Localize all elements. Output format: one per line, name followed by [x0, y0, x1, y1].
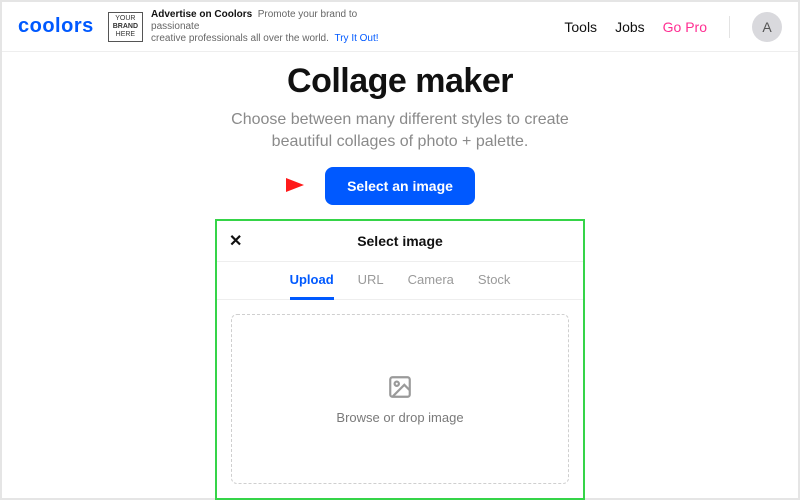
- nav: Tools Jobs Go Pro A: [564, 12, 782, 42]
- ad-badge: YOUR BRAND HERE: [108, 12, 143, 42]
- modal-header: ✕ Select image: [217, 221, 583, 262]
- hero: Collage maker Choose between many differ…: [2, 52, 798, 205]
- upload-dropzone[interactable]: Browse or drop image: [231, 314, 569, 484]
- select-image-modal: ✕ Select image Upload URL Camera Stock B…: [215, 219, 585, 500]
- nav-go-pro[interactable]: Go Pro: [663, 19, 707, 35]
- close-icon[interactable]: ✕: [229, 231, 242, 251]
- subtitle-line: Choose between many different styles to …: [231, 111, 569, 128]
- cta-row: Select an image: [2, 167, 798, 205]
- ad-cta-link[interactable]: Try It Out!: [334, 33, 378, 44]
- avatar[interactable]: A: [752, 12, 782, 42]
- page-subtitle: Choose between many different styles to …: [2, 109, 798, 153]
- ad-body: creative professionals all over the worl…: [151, 33, 329, 44]
- ad-text: Advertise on Coolors Promote your brand …: [151, 9, 401, 45]
- ad-badge-line: YOUR: [113, 15, 138, 23]
- app-frame: coolors YOUR BRAND HERE Advertise on Coo…: [0, 0, 800, 500]
- logo[interactable]: coolors: [18, 15, 94, 38]
- ad-badge-line: HERE: [113, 31, 138, 39]
- modal-tabs: Upload URL Camera Stock: [217, 262, 583, 300]
- ad-block[interactable]: YOUR BRAND HERE Advertise on Coolors Pro…: [108, 9, 401, 45]
- dropzone-label: Browse or drop image: [336, 410, 463, 425]
- tab-url[interactable]: URL: [358, 272, 384, 299]
- subtitle-line: beautiful collages of photo + palette.: [272, 133, 529, 150]
- tab-upload[interactable]: Upload: [290, 272, 334, 300]
- nav-jobs[interactable]: Jobs: [615, 19, 645, 35]
- nav-divider: [729, 16, 730, 38]
- annotation-arrow-icon: [234, 175, 304, 195]
- modal-title: Select image: [217, 233, 583, 249]
- nav-tools[interactable]: Tools: [564, 19, 597, 35]
- page-title: Collage maker: [2, 62, 798, 101]
- tab-camera[interactable]: Camera: [408, 272, 454, 299]
- header: coolors YOUR BRAND HERE Advertise on Coo…: [2, 2, 798, 52]
- tab-stock[interactable]: Stock: [478, 272, 511, 299]
- ad-badge-line: BRAND: [113, 23, 138, 31]
- image-icon: [387, 374, 413, 400]
- ad-title: Advertise on Coolors: [151, 9, 252, 20]
- select-image-button[interactable]: Select an image: [325, 167, 475, 205]
